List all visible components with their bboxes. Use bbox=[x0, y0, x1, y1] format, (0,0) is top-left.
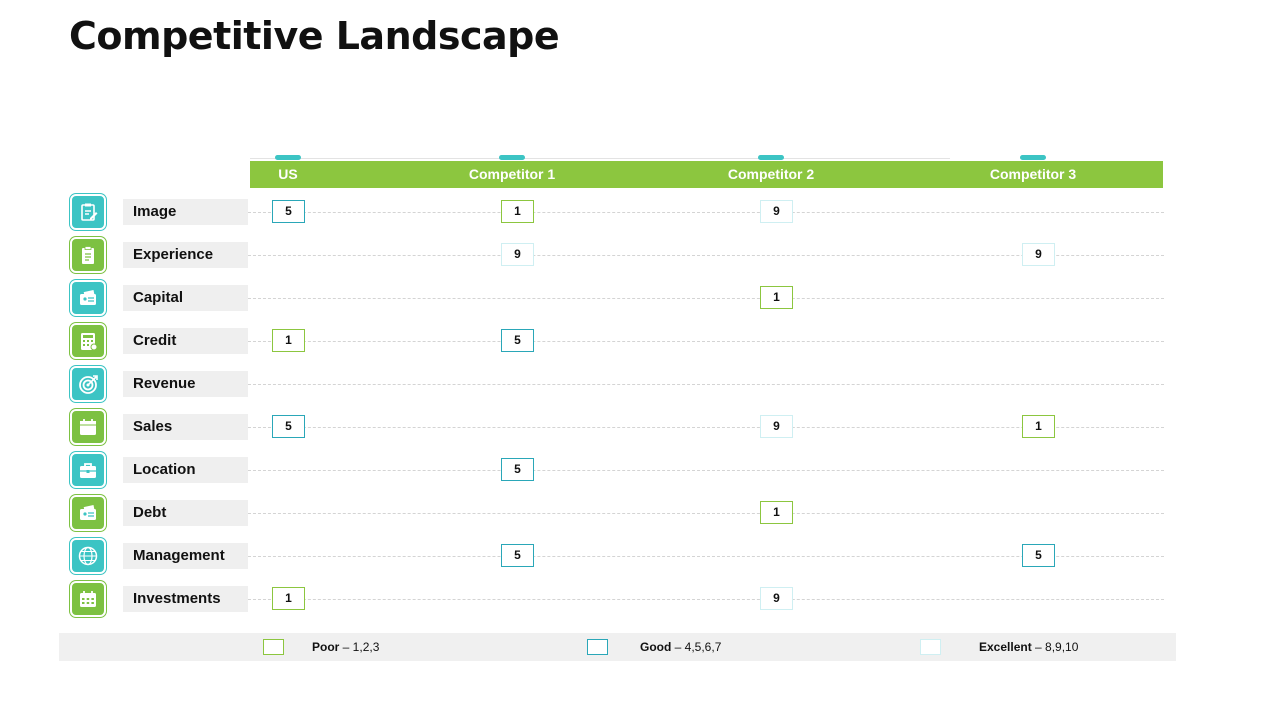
legend-swatch-good bbox=[587, 639, 608, 655]
criteria-label: Debt bbox=[123, 500, 248, 526]
calendar-icon bbox=[70, 409, 106, 445]
calculator-icon bbox=[70, 323, 106, 359]
legend-swatch-excellent bbox=[920, 639, 941, 655]
briefcase-icon bbox=[70, 452, 106, 488]
row-divider bbox=[248, 341, 1164, 342]
legend: Poor – 1,2,3 Good – 4,5,6,7 Excellent – … bbox=[59, 633, 1176, 661]
criteria-label: Experience bbox=[123, 242, 248, 268]
score-box: 5 bbox=[1022, 544, 1055, 567]
score-box: 5 bbox=[272, 415, 305, 438]
criteria-label: Management bbox=[123, 543, 248, 569]
score-box: 5 bbox=[501, 329, 534, 352]
target-icon bbox=[70, 366, 106, 402]
header-top-line bbox=[250, 158, 950, 159]
clipboard-icon bbox=[70, 237, 106, 273]
clipboard-edit-icon bbox=[70, 194, 106, 230]
score-box: 9 bbox=[1022, 243, 1055, 266]
row-divider bbox=[248, 470, 1164, 471]
legend-excellent-text: Excellent – 8,9,10 bbox=[979, 640, 1079, 654]
score-box: 9 bbox=[760, 200, 793, 223]
wallet-card-icon bbox=[70, 495, 106, 531]
row-divider bbox=[248, 599, 1164, 600]
calendar-grid-icon bbox=[70, 581, 106, 617]
row-divider bbox=[248, 384, 1164, 385]
score-box: 1 bbox=[760, 501, 793, 524]
score-box: 1 bbox=[272, 587, 305, 610]
criteria-label: Revenue bbox=[123, 371, 248, 397]
row-divider bbox=[248, 513, 1164, 514]
legend-swatch-poor bbox=[263, 639, 284, 655]
column-header: Competitor 3 bbox=[989, 166, 1077, 182]
row-divider bbox=[248, 298, 1164, 299]
column-tab-marker bbox=[1020, 155, 1046, 160]
column-header: Competitor 2 bbox=[727, 166, 815, 182]
column-header: US bbox=[278, 166, 298, 182]
wallet-card-icon bbox=[70, 280, 106, 316]
score-box: 9 bbox=[501, 243, 534, 266]
criteria-label: Investments bbox=[123, 586, 248, 612]
score-box: 1 bbox=[272, 329, 305, 352]
criteria-label: Location bbox=[123, 457, 248, 483]
score-box: 9 bbox=[760, 415, 793, 438]
criteria-label: Capital bbox=[123, 285, 248, 311]
score-box: 1 bbox=[1022, 415, 1055, 438]
page-title: Competitive Landscape bbox=[69, 14, 560, 58]
row-divider bbox=[248, 212, 1164, 213]
score-box: 5 bbox=[501, 544, 534, 567]
score-box: 9 bbox=[760, 587, 793, 610]
column-tab-marker bbox=[275, 155, 301, 160]
column-header: Competitor 1 bbox=[468, 166, 556, 182]
score-box: 1 bbox=[760, 286, 793, 309]
score-box: 5 bbox=[272, 200, 305, 223]
score-box: 5 bbox=[501, 458, 534, 481]
score-box: 1 bbox=[501, 200, 534, 223]
criteria-label: Sales bbox=[123, 414, 248, 440]
legend-good-text: Good – 4,5,6,7 bbox=[640, 640, 722, 654]
globe-icon bbox=[70, 538, 106, 574]
criteria-label: Credit bbox=[123, 328, 248, 354]
column-tab-marker bbox=[499, 155, 525, 160]
legend-poor-text: Poor – 1,2,3 bbox=[312, 640, 380, 654]
criteria-label: Image bbox=[123, 199, 248, 225]
column-tab-marker bbox=[758, 155, 784, 160]
